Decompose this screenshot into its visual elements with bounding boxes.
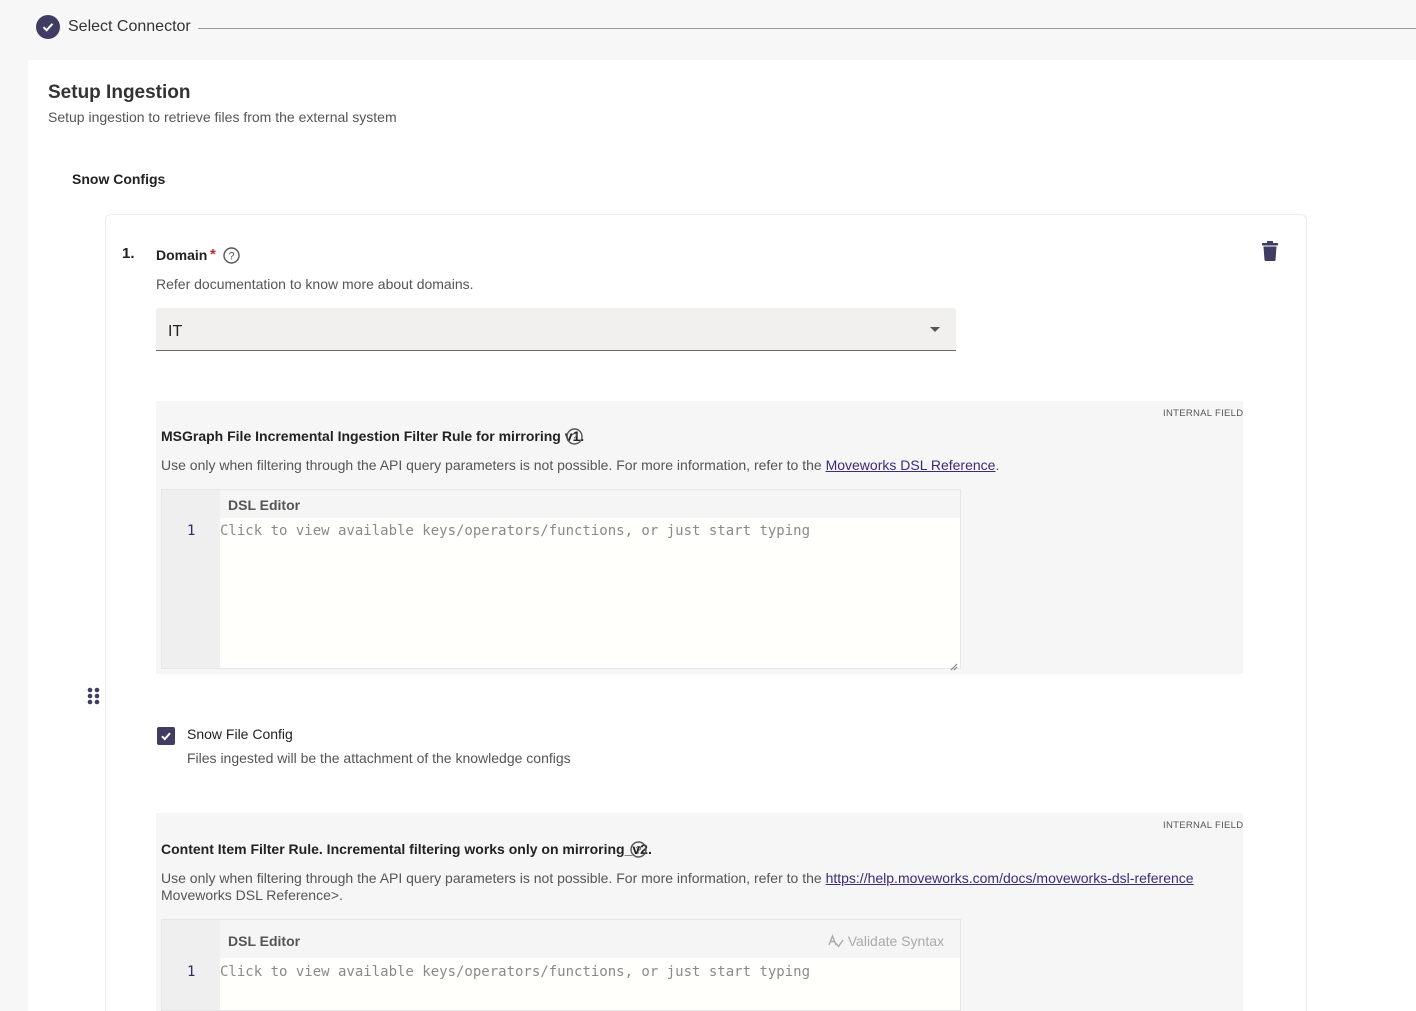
snow-file-config-description: Files ingested will be the attachment of… — [187, 750, 571, 766]
page-subtitle: Setup ingestion to retrieve files from t… — [48, 109, 397, 125]
dsl-reference-link[interactable]: Moveworks DSL Reference — [826, 457, 996, 473]
svg-text:?: ? — [571, 432, 577, 444]
stepper-divider — [198, 28, 1416, 29]
spellcheck-icon — [828, 934, 844, 948]
dsl-editor[interactable]: DSL Editor 1 Click to view available key… — [161, 489, 961, 671]
snow-file-config-label[interactable]: Snow File Config — [187, 726, 293, 742]
content-filter-title: Content Item Filter Rule. Incremental fi… — [161, 841, 652, 857]
editor-title: DSL Editor — [228, 933, 301, 949]
editor-header: DSL Editor Validate Syntax — [220, 920, 960, 958]
domain-label: Domain — [156, 247, 208, 263]
domain-select[interactable]: IT — [156, 308, 956, 351]
internal-field-tag: INTERNAL FIELD — [1163, 820, 1244, 831]
resize-handle-icon[interactable] — [950, 658, 958, 671]
editor-gutter — [162, 490, 220, 668]
line-number: 1 — [187, 964, 196, 980]
snow-file-config-checkbox[interactable] — [157, 727, 175, 745]
editor-header: DSL Editor — [220, 490, 960, 518]
editor-title: DSL Editor — [228, 497, 301, 513]
svg-text:?: ? — [635, 845, 641, 857]
help-icon[interactable]: ? — [223, 247, 240, 264]
step-label[interactable]: Select Connector — [68, 18, 191, 36]
item-number: 1. — [122, 245, 135, 262]
domain-select-value: IT — [168, 323, 183, 340]
delete-icon[interactable] — [1260, 240, 1280, 262]
svg-text:?: ? — [228, 251, 234, 263]
editor-placeholder[interactable]: Click to view available keys/operators/f… — [220, 523, 810, 539]
validate-syntax-label: Validate Syntax — [847, 933, 944, 949]
help-icon[interactable]: ? — [566, 428, 583, 445]
drag-handle-icon[interactable] — [86, 686, 102, 706]
domain-description: Refer documentation to know more about d… — [156, 276, 474, 292]
dsl-editor[interactable]: DSL Editor Validate Syntax 1 Click to vi… — [161, 919, 961, 1011]
editor-placeholder[interactable]: Click to view available keys/operators/f… — [220, 964, 810, 980]
section-title: Snow Configs — [72, 171, 166, 187]
required-marker: * — [210, 246, 216, 263]
validate-syntax-button[interactable]: Validate Syntax — [828, 933, 944, 949]
msgraph-filter-title: MSGraph File Incremental Ingestion Filte… — [161, 428, 585, 444]
help-icon[interactable]: ? — [630, 841, 647, 858]
msgraph-filter-description: Use only when filtering through the API … — [161, 457, 1000, 473]
caret-down-icon — [930, 327, 940, 332]
step-complete-icon — [36, 15, 60, 39]
page-title: Setup Ingestion — [48, 82, 191, 103]
internal-field-tag: INTERNAL FIELD — [1163, 408, 1244, 419]
dsl-reference-link[interactable]: https://help.moveworks.com/docs/movework… — [826, 870, 1194, 886]
content-filter-description: Use only when filtering through the API … — [161, 870, 1194, 903]
line-number: 1 — [187, 523, 196, 539]
